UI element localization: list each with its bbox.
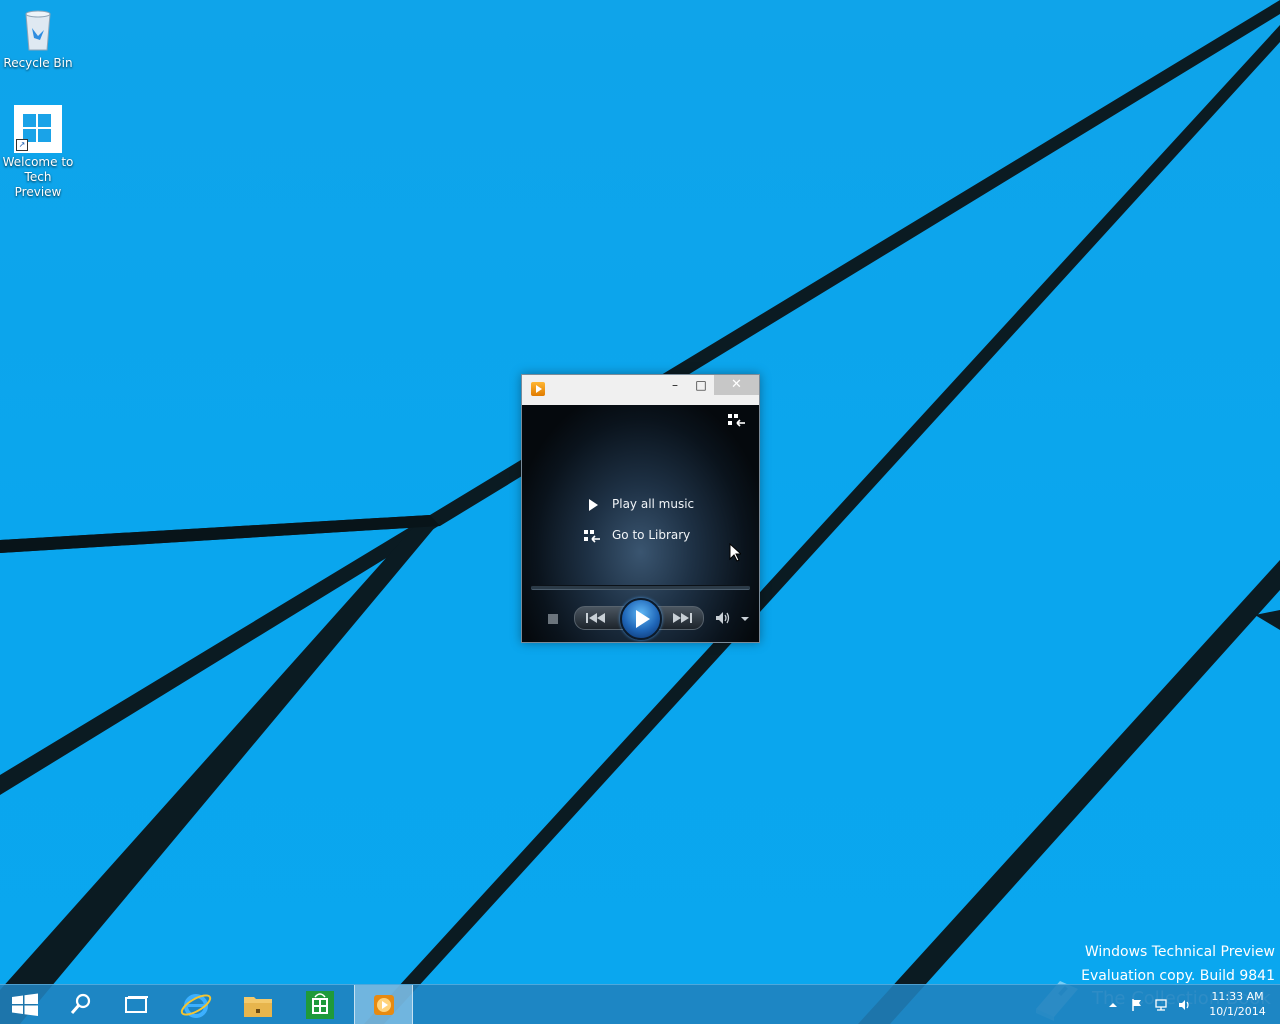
volume-dropdown-icon[interactable]: [741, 617, 749, 621]
network-icon[interactable]: [1154, 998, 1168, 1012]
previous-button[interactable]: [580, 610, 612, 626]
switch-to-library-icon[interactable]: [728, 414, 746, 428]
speaker-icon[interactable]: [715, 611, 731, 625]
desktop: Recycle Bin ↗ Welcome to Tech Preview – …: [0, 0, 1280, 1024]
system-tray: [1100, 985, 1200, 1024]
mouse-cursor-icon: [729, 543, 741, 562]
store-icon: [306, 991, 334, 1019]
welcome-label-line1: Welcome to: [2, 155, 74, 169]
file-explorer-button[interactable]: [230, 985, 286, 1024]
recycle-bin-image: [14, 6, 62, 54]
recycle-bin-icon[interactable]: Recycle Bin: [0, 6, 76, 71]
player-body: Play all music Go to Library: [522, 405, 759, 642]
task-view-icon: [125, 996, 148, 1013]
show-hidden-icons-icon[interactable]: [1106, 998, 1120, 1012]
playback-controls: [522, 598, 759, 640]
welcome-tech-preview-icon[interactable]: ↗ Welcome to Tech Preview: [0, 105, 76, 200]
play-button[interactable]: [620, 598, 662, 640]
shortcut-arrow-icon: ↗: [16, 139, 28, 151]
welcome-label-line2: Tech Preview: [14, 170, 62, 199]
media-player-window[interactable]: – □ ✕ Play all music Go to Library: [521, 374, 760, 643]
welcome-tile-image: ↗: [14, 105, 62, 153]
start-button[interactable]: [0, 985, 50, 1024]
store-button[interactable]: [292, 985, 348, 1024]
seek-bar[interactable]: [531, 585, 750, 590]
recycle-bin-label: Recycle Bin: [3, 56, 73, 70]
watermark-line-1: Windows Technical Preview: [1084, 944, 1275, 960]
close-button[interactable]: ✕: [714, 375, 759, 395]
internet-explorer-icon: [180, 994, 212, 1018]
action-center-flag-icon[interactable]: [1130, 998, 1144, 1012]
clock-time: 11:33 AM: [1211, 990, 1264, 1003]
task-view-button[interactable]: [108, 985, 164, 1024]
taskbar: 11:33 AM 10/1/2014: [0, 984, 1280, 1024]
go-to-library-label: Go to Library: [612, 528, 691, 542]
play-icon: [584, 498, 600, 512]
minimize-button[interactable]: –: [662, 375, 688, 395]
internet-explorer-button[interactable]: [168, 985, 224, 1024]
search-button[interactable]: [52, 985, 108, 1024]
library-icon: [584, 529, 600, 543]
folder-icon: [244, 997, 272, 1017]
media-player-taskbar-button[interactable]: [354, 985, 413, 1024]
volume-icon[interactable]: [1178, 998, 1192, 1012]
maximize-button[interactable]: □: [688, 375, 714, 395]
play-all-music-label: Play all music: [612, 497, 695, 511]
play-all-music-link[interactable]: Play all music: [584, 494, 694, 514]
media-player-icon: [374, 995, 394, 1015]
clock-date: 10/1/2014: [1209, 1005, 1266, 1018]
next-button[interactable]: [666, 610, 698, 626]
go-to-library-link[interactable]: Go to Library: [584, 525, 690, 545]
stop-button[interactable]: [548, 614, 558, 624]
media-player-app-icon[interactable]: [531, 382, 545, 396]
windows-logo-icon: [12, 993, 38, 1016]
clock[interactable]: 11:33 AM 10/1/2014: [1200, 989, 1275, 1019]
title-bar[interactable]: – □ ✕: [522, 375, 759, 405]
search-icon: [70, 993, 91, 1014]
